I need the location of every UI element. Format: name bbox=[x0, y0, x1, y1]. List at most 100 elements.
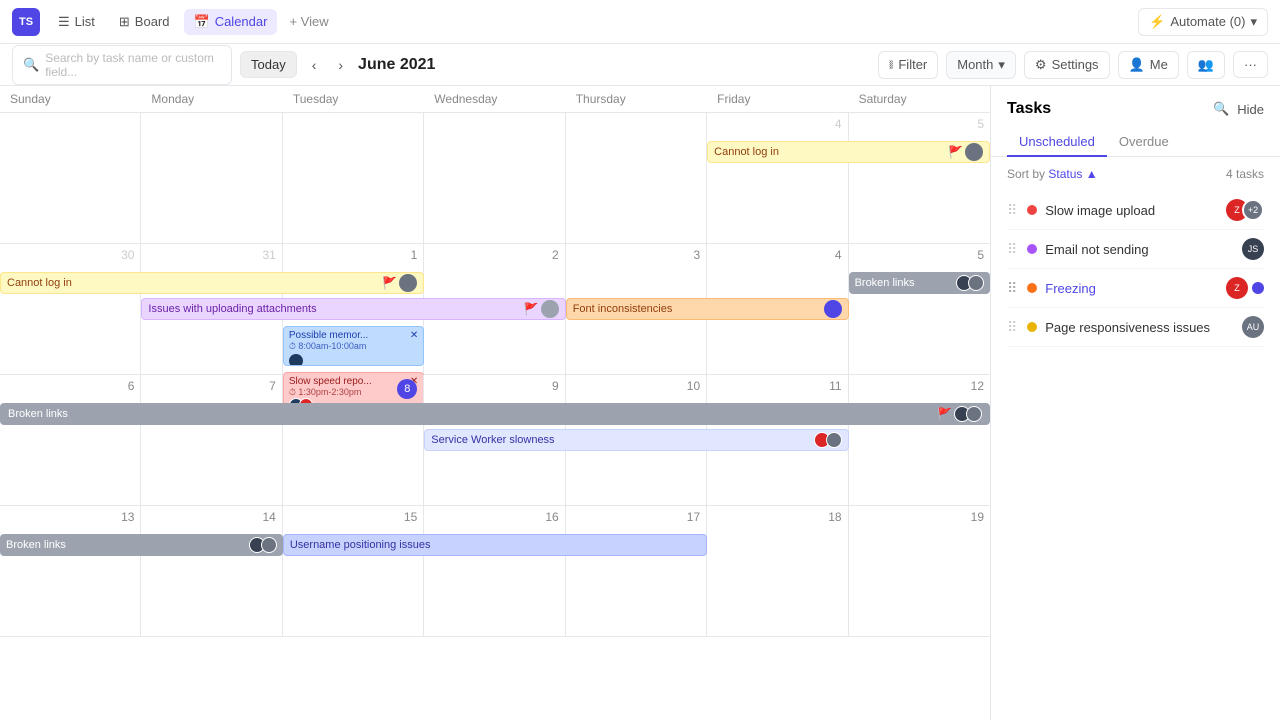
day-cell-7[interactable]: 7 bbox=[141, 375, 282, 505]
settings-button[interactable]: ⚙ Settings bbox=[1024, 51, 1110, 79]
day-header-fri: Friday bbox=[707, 86, 848, 112]
month-title: June 2021 bbox=[358, 56, 435, 74]
list-item[interactable]: ⠿ Page responsiveness issues AU bbox=[1007, 308, 1264, 347]
week-row-3: 13 14 15 16 17 18 19 Broken links Userna… bbox=[0, 506, 990, 637]
task-name-4: Page responsiveness issues bbox=[1045, 320, 1234, 335]
group-icon[interactable]: 👥 bbox=[1187, 51, 1225, 79]
day-cell-17[interactable]: 17 bbox=[566, 506, 707, 636]
day-header-mon: Monday bbox=[141, 86, 282, 112]
avatar-bl4 bbox=[966, 406, 982, 422]
day-cell-fri-pre[interactable]: 4 bbox=[707, 113, 848, 243]
calendar-icon: 📅 bbox=[194, 14, 210, 30]
sort-field-link[interactable]: Status bbox=[1048, 167, 1082, 181]
search-box[interactable]: 🔍 Search by task name or custom field... bbox=[12, 45, 232, 85]
list-item[interactable]: ⠿ Slow image upload Z +2 bbox=[1007, 191, 1264, 230]
day-cell-13[interactable]: 13 bbox=[0, 506, 141, 636]
today-button[interactable]: Today bbox=[240, 51, 297, 78]
avatar-sw2 bbox=[826, 432, 842, 448]
task-sort-bar: Sort by Status ▲ 4 tasks bbox=[991, 157, 1280, 191]
tab-unscheduled[interactable]: Unscheduled bbox=[1007, 128, 1107, 157]
task-panel-title: Tasks bbox=[1007, 100, 1051, 118]
flag-icon: 🚩 bbox=[948, 145, 963, 159]
drag-handle-icon-3[interactable]: ⠿ bbox=[1007, 280, 1017, 297]
search-tasks-icon[interactable]: 🔍 bbox=[1213, 101, 1229, 117]
task-name-2: Email not sending bbox=[1045, 242, 1234, 257]
drag-handle-icon[interactable]: ⠿ bbox=[1007, 202, 1017, 219]
list-icon: ☰ bbox=[58, 14, 70, 30]
gear-icon: ⚙ bbox=[1035, 57, 1047, 73]
event-broken-links-w2[interactable]: Broken links 🚩 bbox=[0, 403, 990, 425]
tab-overdue[interactable]: Overdue bbox=[1107, 128, 1181, 157]
month-button[interactable]: Month ▾ bbox=[946, 51, 1016, 79]
day-cell-16[interactable]: 16 bbox=[424, 506, 565, 636]
flag-icon-bl: 🚩 bbox=[937, 407, 952, 421]
day-cell-15[interactable]: 15 bbox=[283, 506, 424, 636]
event-font-inconsistencies[interactable]: Font inconsistencies bbox=[566, 298, 849, 320]
drag-handle-icon-4[interactable]: ⠿ bbox=[1007, 319, 1017, 336]
day-cell-30[interactable]: 30 bbox=[0, 244, 141, 374]
day-cell-may30[interactable] bbox=[424, 113, 565, 243]
close-icon: ✕ bbox=[410, 330, 418, 341]
add-view-button[interactable]: + View bbox=[281, 9, 336, 34]
task-panel-actions: 🔍 Hide bbox=[1213, 101, 1264, 117]
day-cell-14[interactable]: 14 bbox=[141, 506, 282, 636]
event-possible-memory[interactable]: Possible memor... ✕ ⏱ 8:00am-10:00am bbox=[283, 326, 424, 366]
avatar-t3: Z bbox=[1226, 277, 1248, 299]
day-cell-may27[interactable] bbox=[0, 113, 141, 243]
hide-panel-button[interactable]: Hide bbox=[1237, 102, 1264, 117]
day-cell-8[interactable]: 8 bbox=[283, 375, 424, 505]
week-row-1: 30 31 1 2 3 4 5 Cannot log in 🚩 Issues w… bbox=[0, 244, 990, 375]
nav-tab-board[interactable]: ⊞ Board bbox=[109, 9, 180, 35]
nav-tab-calendar[interactable]: 📅 Calendar bbox=[184, 9, 278, 35]
day-header-wed: Wednesday bbox=[424, 86, 565, 112]
event-cannot-log-0[interactable]: Cannot log in 🚩 bbox=[707, 141, 990, 163]
automate-icon: ⚡ bbox=[1149, 14, 1165, 30]
event-broken-links-sat[interactable]: Broken links bbox=[849, 272, 990, 294]
avatar-fi bbox=[824, 300, 842, 318]
sort-direction-icon: ▲ bbox=[1086, 167, 1098, 181]
day-cell-19[interactable]: 19 bbox=[849, 506, 990, 636]
event-broken-links-w3[interactable]: Broken links bbox=[0, 534, 283, 556]
day-cell-6[interactable]: 6 bbox=[0, 375, 141, 505]
settings-label: Settings bbox=[1052, 57, 1099, 72]
avatar-t2: JS bbox=[1242, 238, 1264, 260]
drag-handle-icon-2[interactable]: ⠿ bbox=[1007, 241, 1017, 258]
me-button[interactable]: 👤 Me bbox=[1118, 51, 1179, 79]
day-cell-may28[interactable] bbox=[141, 113, 282, 243]
event-cannot-log-1[interactable]: Cannot log in 🚩 bbox=[0, 272, 424, 294]
avatar-2 bbox=[541, 300, 559, 318]
task-tabs: Unscheduled Overdue bbox=[991, 118, 1280, 157]
task-name-3: Freezing bbox=[1045, 281, 1218, 296]
top-nav: TS ☰ List ⊞ Board 📅 Calendar + View ⚡ Au… bbox=[0, 0, 1280, 44]
main-layout: Sunday Monday Tuesday Wednesday Thursday… bbox=[0, 86, 1280, 720]
calendar: Sunday Monday Tuesday Wednesday Thursday… bbox=[0, 86, 990, 720]
event-service-worker[interactable]: Service Worker slowness bbox=[424, 429, 848, 451]
day-cell-12[interactable]: 12 bbox=[849, 375, 990, 505]
filter-icon: ⧚ bbox=[889, 57, 894, 73]
filter-button[interactable]: ⧚ Filter bbox=[878, 51, 938, 79]
toolbar: 🔍 Search by task name or custom field...… bbox=[0, 44, 1280, 86]
prev-arrow[interactable]: ‹ bbox=[305, 52, 324, 78]
day-cell-sat-pre[interactable]: 5 bbox=[849, 113, 990, 243]
day-cell-18[interactable]: 18 bbox=[707, 506, 848, 636]
event-issues-upload[interactable]: Issues with uploading attachments 🚩 bbox=[141, 298, 565, 320]
day-header-sun: Sunday bbox=[0, 86, 141, 112]
day-cell-5[interactable]: 5 bbox=[849, 244, 990, 374]
nav-tab-list[interactable]: ☰ List bbox=[48, 9, 105, 35]
list-item[interactable]: ⠿ Email not sending JS bbox=[1007, 230, 1264, 269]
me-label: Me bbox=[1150, 57, 1168, 72]
next-arrow[interactable]: › bbox=[331, 52, 350, 78]
flag-icon-1: 🚩 bbox=[382, 276, 397, 290]
more-button[interactable]: ··· bbox=[1233, 51, 1268, 78]
task-assignee: Z +2 bbox=[1226, 199, 1264, 221]
avatar-1 bbox=[399, 274, 417, 292]
list-item[interactable]: ⠿ Freezing Z bbox=[1007, 269, 1264, 308]
nav-tab-calendar-label: Calendar bbox=[215, 14, 268, 29]
task-list: ⠿ Slow image upload Z +2 ⠿ Email not sen… bbox=[991, 191, 1280, 720]
day-cell-may31[interactable] bbox=[566, 113, 707, 243]
event-username-pos[interactable]: Username positioning issues bbox=[283, 534, 707, 556]
day-cell-may29[interactable] bbox=[283, 113, 424, 243]
automate-button[interactable]: ⚡ Automate (0) ▾ bbox=[1138, 8, 1268, 36]
nav-tab-list-label: List bbox=[75, 14, 95, 29]
avatar-t1b: +2 bbox=[1242, 199, 1264, 221]
